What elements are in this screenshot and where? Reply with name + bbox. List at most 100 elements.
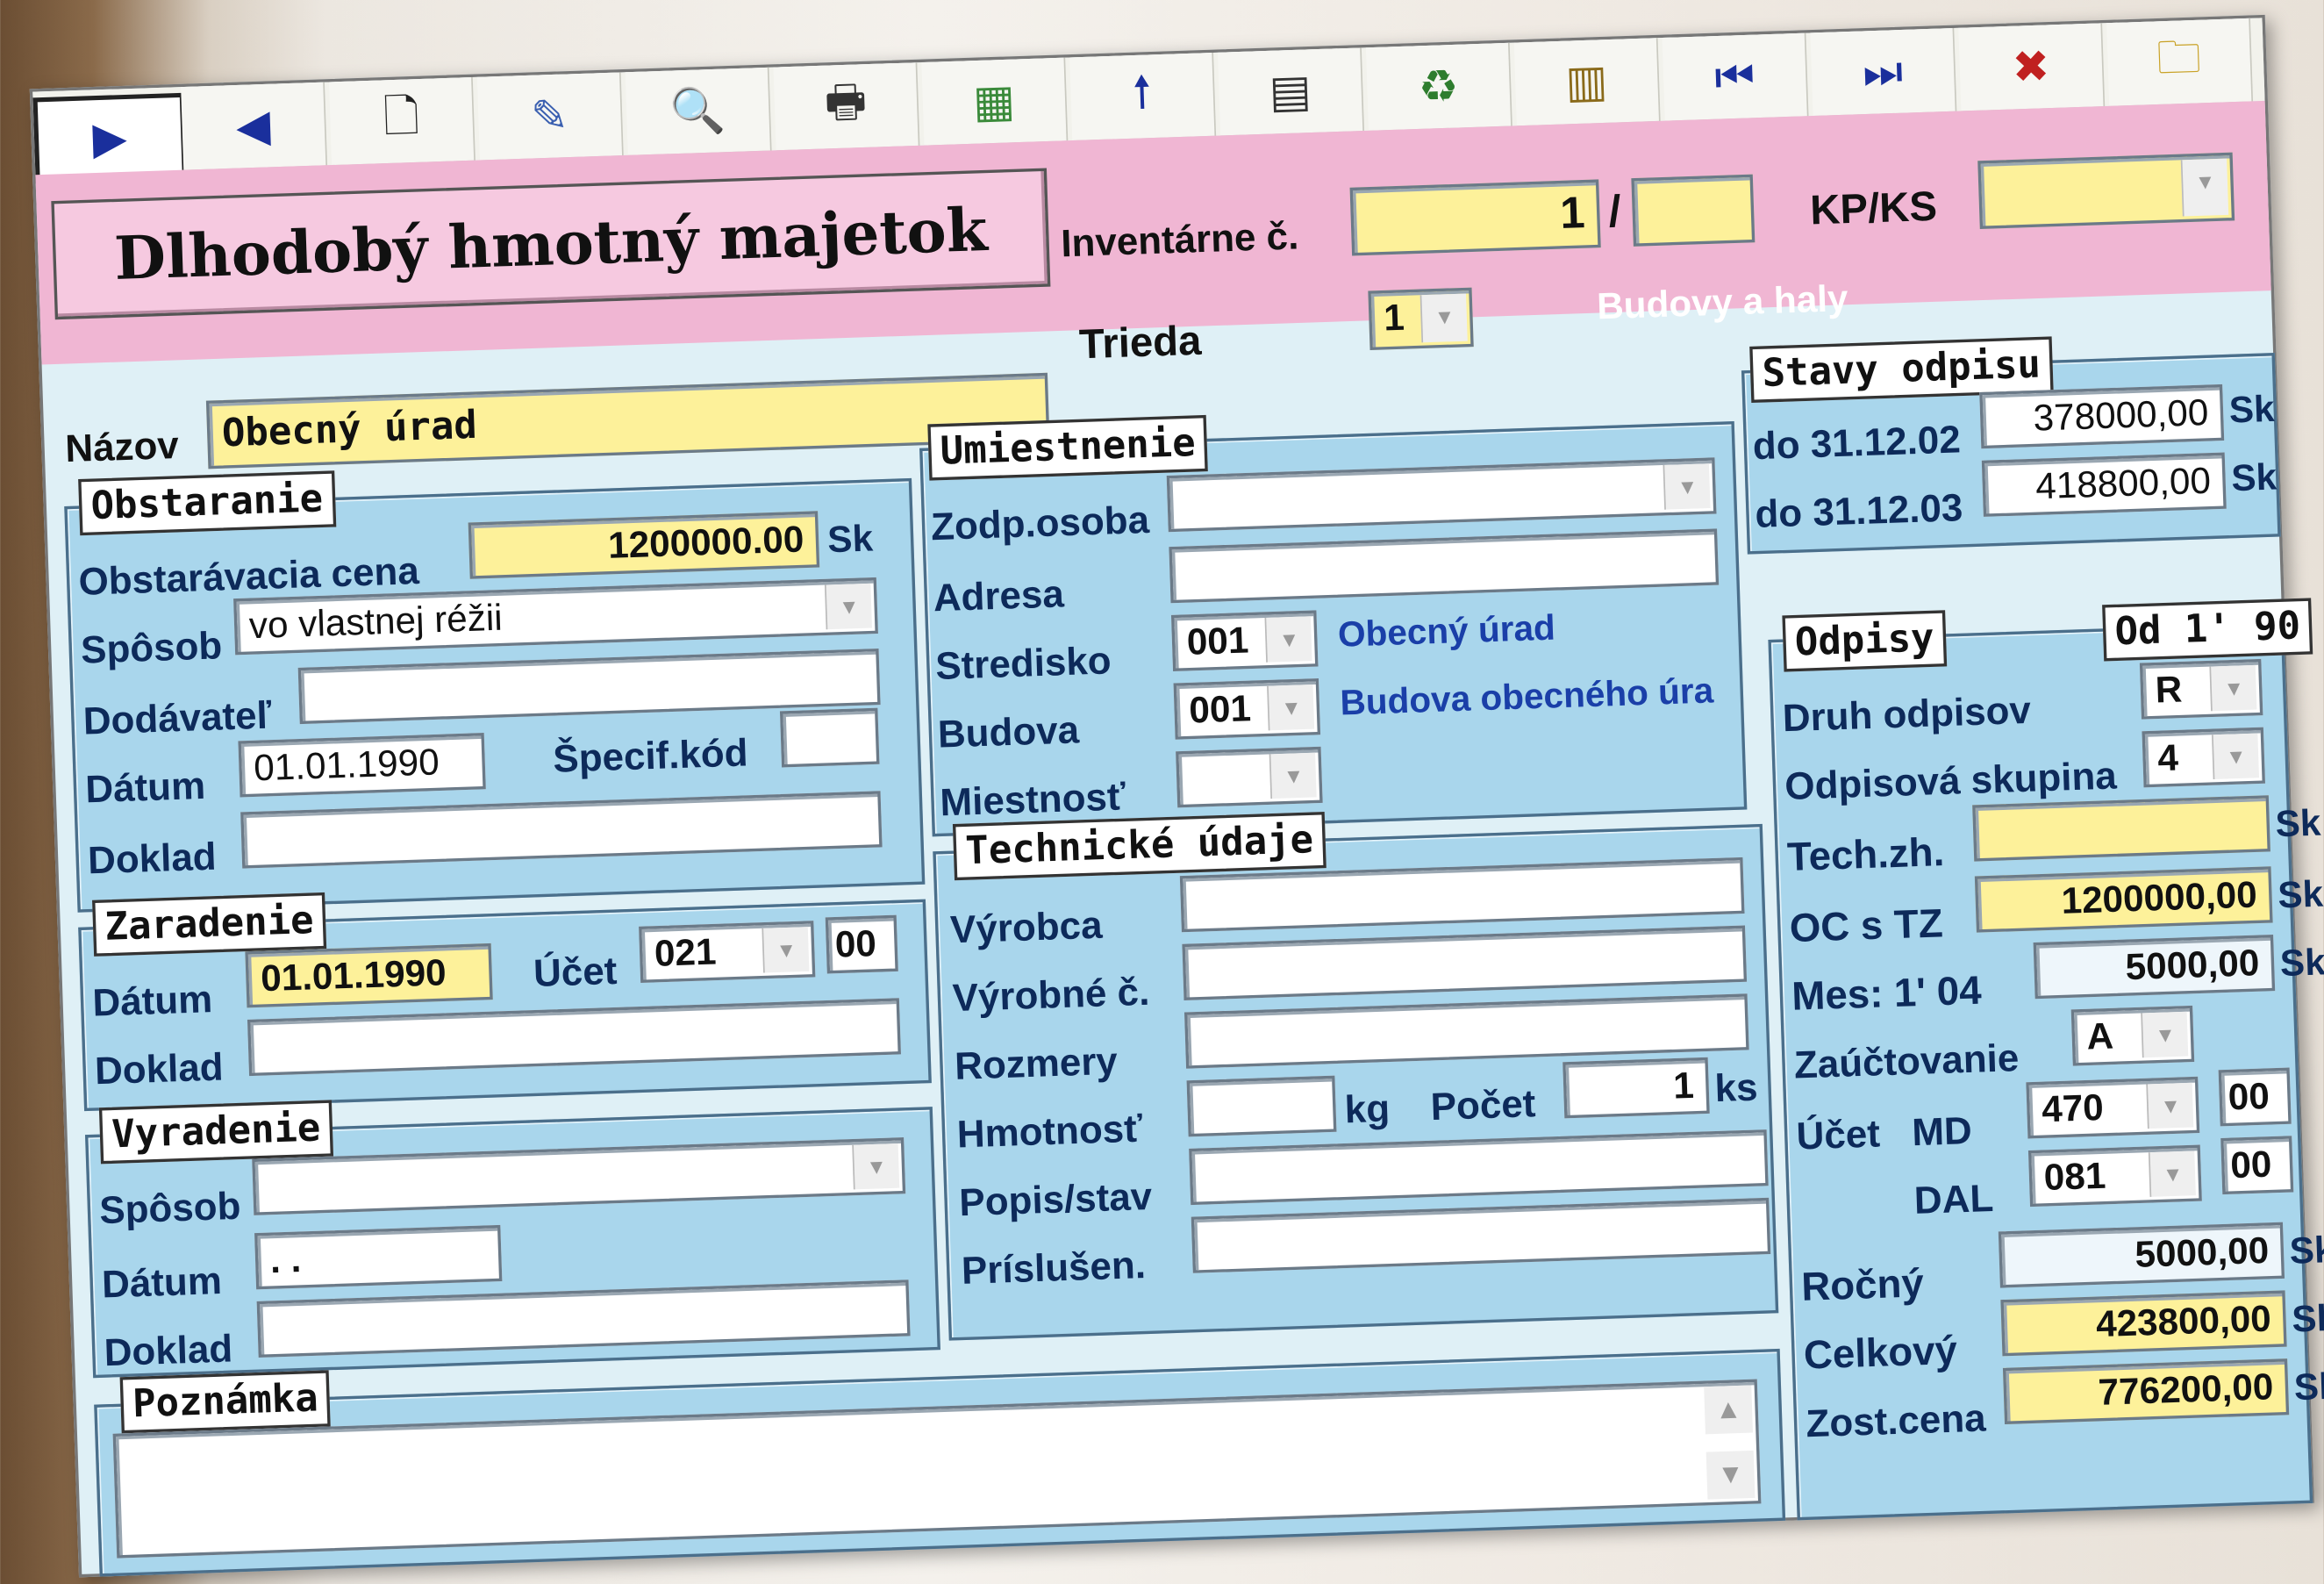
md-select[interactable]: 470 ▼ <box>2026 1076 2200 1139</box>
zauctovanie-select[interactable]: A ▼ <box>2070 1005 2195 1066</box>
printer-button[interactable]: 🖶 <box>773 62 920 152</box>
druh-odpisov-select[interactable]: R ▼ <box>2139 658 2263 720</box>
chevron-down-icon[interactable]: ▼ <box>1269 752 1317 799</box>
odpisy-od-label: Od 1' 90 <box>2102 598 2313 662</box>
chevron-down-icon[interactable]: ▼ <box>2209 664 2257 712</box>
obstaravacia-cena-field[interactable]: 1200000.00 <box>468 511 820 579</box>
ks-unit: ks <box>1713 1064 1759 1111</box>
sposob-label: Spôsob <box>80 622 223 672</box>
dal-sub-field[interactable]: 00 <box>2220 1136 2294 1195</box>
zaradenie-ucet-sub-field[interactable]: 00 <box>825 914 898 974</box>
vyradenie-datum-label: Dátum <box>101 1258 223 1307</box>
kpks-select[interactable]: ▼ <box>1977 152 2235 229</box>
dal-value: 081 <box>2043 1155 2107 1200</box>
mesacny-odpis-field[interactable]: 5000,00 <box>2033 934 2276 1000</box>
dal-select[interactable]: 081 ▼ <box>2027 1144 2202 1208</box>
poznamka-scroll-up-icon[interactable]: ▲ <box>1704 1385 1754 1435</box>
chevron-down-icon[interactable]: ▼ <box>762 927 810 973</box>
printer-icon: 🖶 <box>824 75 868 129</box>
odpisy-ucet-label: Účet <box>1795 1110 1881 1158</box>
recycle-bin-button[interactable]: ♻ <box>1365 42 1512 133</box>
arrow-up-icon: 🠕 <box>1131 66 1153 118</box>
trieda-select[interactable]: 1 ▼ <box>1368 287 1474 351</box>
nazov-label: Názov <box>64 422 180 471</box>
rocny-label: Ročný <box>1800 1260 1925 1310</box>
first-record-button[interactable]: ⏮ <box>1662 32 1809 123</box>
md-value: 470 <box>2041 1086 2105 1131</box>
pocet-field[interactable]: 1 <box>1562 1057 1710 1119</box>
rozmery-label: Rozmery <box>954 1038 1119 1088</box>
folder-open-icon: 🗀 <box>2156 31 2202 85</box>
specif-kod-label: Špecif.kód <box>552 729 749 781</box>
stavy-row-1-label: do 31.12.02 <box>1752 416 1962 469</box>
stredisko-description: Obecný úrad <box>1337 608 1556 656</box>
asset-form-window: ▶ ◀ 🗋 ✎ 🔍 🖶 ▦ 🠕 ▤ ♻ ▥ ⏮ ⏭ ✖ 🗀 Dlhodobý hmotný majetok … <box>29 14 2324 1578</box>
chevron-down-icon[interactable]: ▼ <box>852 1143 900 1190</box>
odpisova-skupina-select[interactable]: 4 ▼ <box>2142 727 2266 788</box>
hmotnost-field[interactable] <box>1186 1075 1337 1137</box>
chevron-down-icon[interactable]: ▼ <box>1419 293 1468 343</box>
chevron-down-icon[interactable]: ▼ <box>2141 1011 2189 1058</box>
inventar-number-field[interactable]: 1 <box>1349 179 1601 256</box>
last-record-icon: ⏭ <box>1862 45 1904 99</box>
md-label: MD <box>1911 1107 1973 1155</box>
zaradenie-ucet-value: 021 <box>654 931 718 975</box>
rocny-currency: Sk <box>2289 1229 2324 1272</box>
vyradenie-sposob-label: Spôsob <box>98 1183 242 1233</box>
binoculars-button[interactable]: 🔍 <box>625 67 772 157</box>
mesacny-odpis-label: Mes: 1' 04 <box>1791 968 1983 1019</box>
chevron-down-icon[interactable]: ▼ <box>1264 616 1312 663</box>
last-record-button[interactable]: ⏭ <box>1810 27 1957 118</box>
umiestnenie-title: Umiestnenie <box>927 414 1209 481</box>
prislusenstvo-label: Príslušen. <box>961 1242 1147 1294</box>
vyradenie-datum-field[interactable]: . . <box>254 1224 503 1290</box>
chevron-down-icon[interactable]: ▼ <box>824 583 872 630</box>
miestnost-select[interactable]: ▼ <box>1176 746 1323 808</box>
stredisko-select[interactable]: 001 ▼ <box>1170 610 1319 672</box>
obstaranie-title: Obstaranie <box>78 470 336 536</box>
zaradenie-datum-field[interactable]: 01.01.1990 <box>245 943 493 1008</box>
zostatkova-cena-currency: Sk <box>2293 1365 2324 1409</box>
zostatkova-cena-label: Zost.cena <box>1805 1394 1987 1446</box>
delete-record-icon: ✖ <box>2011 40 2051 94</box>
trieda-description: Budovy a haly <box>1596 277 1849 328</box>
calculator-button[interactable]: ▦ <box>921 57 1069 147</box>
new-document-button[interactable]: 🗋 <box>328 77 476 167</box>
chevron-down-icon[interactable]: ▼ <box>2148 1150 2196 1197</box>
datum-field[interactable]: 01.01.1990 <box>238 733 486 798</box>
chart-button[interactable]: ▥ <box>1513 38 1661 127</box>
budova-select[interactable]: 001 ▼ <box>1173 678 1321 740</box>
stredisko-label: Stredisko <box>934 637 1112 689</box>
arrow-up-button[interactable]: 🠕 <box>1069 53 1217 142</box>
miestnost-label: Miestnosť <box>939 773 1126 825</box>
chevron-down-icon[interactable]: ▼ <box>2146 1082 2194 1129</box>
oc-s-tz-currency: Sk <box>2277 873 2324 917</box>
edit-record-button[interactable]: ✎ <box>476 72 624 162</box>
zauctovanie-label: Zaúčtovanie <box>1793 1035 2020 1087</box>
specif-kod-field[interactable] <box>779 707 880 768</box>
screen-button[interactable]: ▤ <box>1218 47 1365 138</box>
dal-label: DAL <box>1913 1175 1994 1223</box>
chevron-down-icon[interactable]: ▼ <box>1267 684 1315 731</box>
inventar-label: Inventárne č. <box>1060 212 1300 266</box>
vyrobne-cislo-label: Výrobné č. <box>951 969 1151 1021</box>
play-right-icon: ▶ <box>91 111 128 165</box>
chevron-down-icon[interactable]: ▼ <box>2212 733 2260 779</box>
pocet-label: Počet <box>1429 1080 1537 1129</box>
folder-open-button[interactable]: 🗀 <box>2106 18 2254 108</box>
vyrobca-label: Výrobca <box>949 902 1104 952</box>
zodp-osoba-label: Zodp.osoba <box>930 497 1150 549</box>
vyradenie-title: Vyradenie <box>98 1100 333 1165</box>
inventar-suffix-field[interactable] <box>1631 174 1756 247</box>
mesacny-odpis-currency: Sk <box>2279 942 2324 986</box>
sposob-value: vo vlastnej réžii <box>248 597 504 648</box>
chevron-down-icon[interactable]: ▼ <box>2180 158 2229 217</box>
tech-zh-field[interactable] <box>1972 795 2270 862</box>
zaradenie-ucet-select[interactable]: 021 ▼ <box>639 921 816 983</box>
delete-record-button[interactable]: ✖ <box>1958 23 2106 113</box>
md-sub-field[interactable]: 00 <box>2218 1067 2292 1127</box>
play-left-button[interactable]: ◀ <box>181 82 328 172</box>
chevron-down-icon[interactable]: ▼ <box>1663 463 1711 510</box>
oc-s-tz-field[interactable]: 1200000,00 <box>1974 866 2273 933</box>
poznamka-scroll-down-icon[interactable]: ▼ <box>1705 1450 1756 1500</box>
